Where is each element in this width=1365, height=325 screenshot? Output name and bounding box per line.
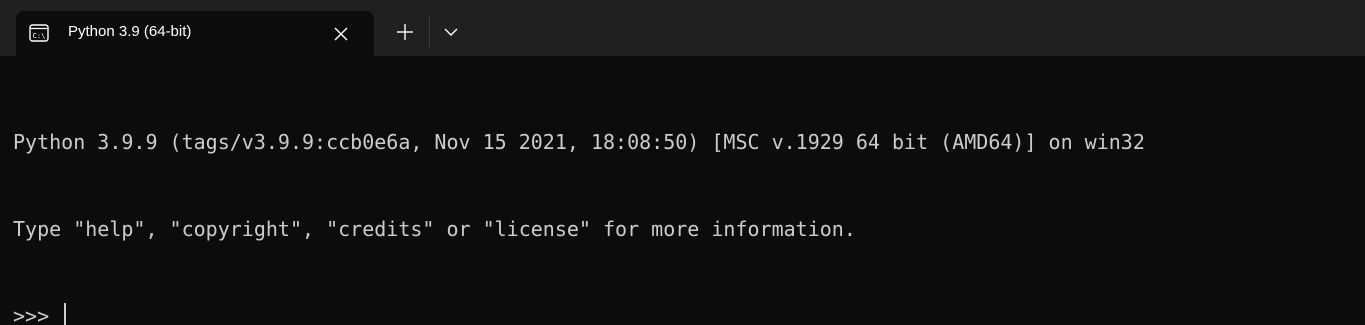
plus-icon[interactable] — [394, 21, 416, 43]
terminal-window: C:\ Python 3.9 (64-bit) Python 3.9.9 (ta… — [0, 0, 1365, 325]
terminal-line: Python 3.9.9 (tags/v3.9.9:ccb0e6a, Nov 1… — [13, 130, 1145, 154]
tab-title: Python 3.9 (64-bit) — [68, 23, 192, 40]
text-cursor — [64, 303, 67, 325]
terminal-line: Type "help", "copyright", "credits" or "… — [13, 217, 856, 241]
tab-python[interactable]: C:\ Python 3.9 (64-bit) — [16, 11, 374, 56]
terminal-output[interactable]: Python 3.9.9 (tags/v3.9.9:ccb0e6a, Nov 1… — [0, 56, 1365, 325]
svg-text:C:\: C:\ — [33, 32, 46, 40]
python-prompt: >>> — [13, 304, 62, 325]
prompt-line[interactable]: >>> — [13, 302, 1365, 325]
chevron-down-icon[interactable] — [441, 24, 461, 40]
tab-separator — [429, 16, 430, 48]
close-icon[interactable] — [331, 24, 351, 44]
terminal-prompt-icon: C:\ — [29, 24, 49, 42]
tab-bar: C:\ Python 3.9 (64-bit) — [0, 0, 1365, 56]
